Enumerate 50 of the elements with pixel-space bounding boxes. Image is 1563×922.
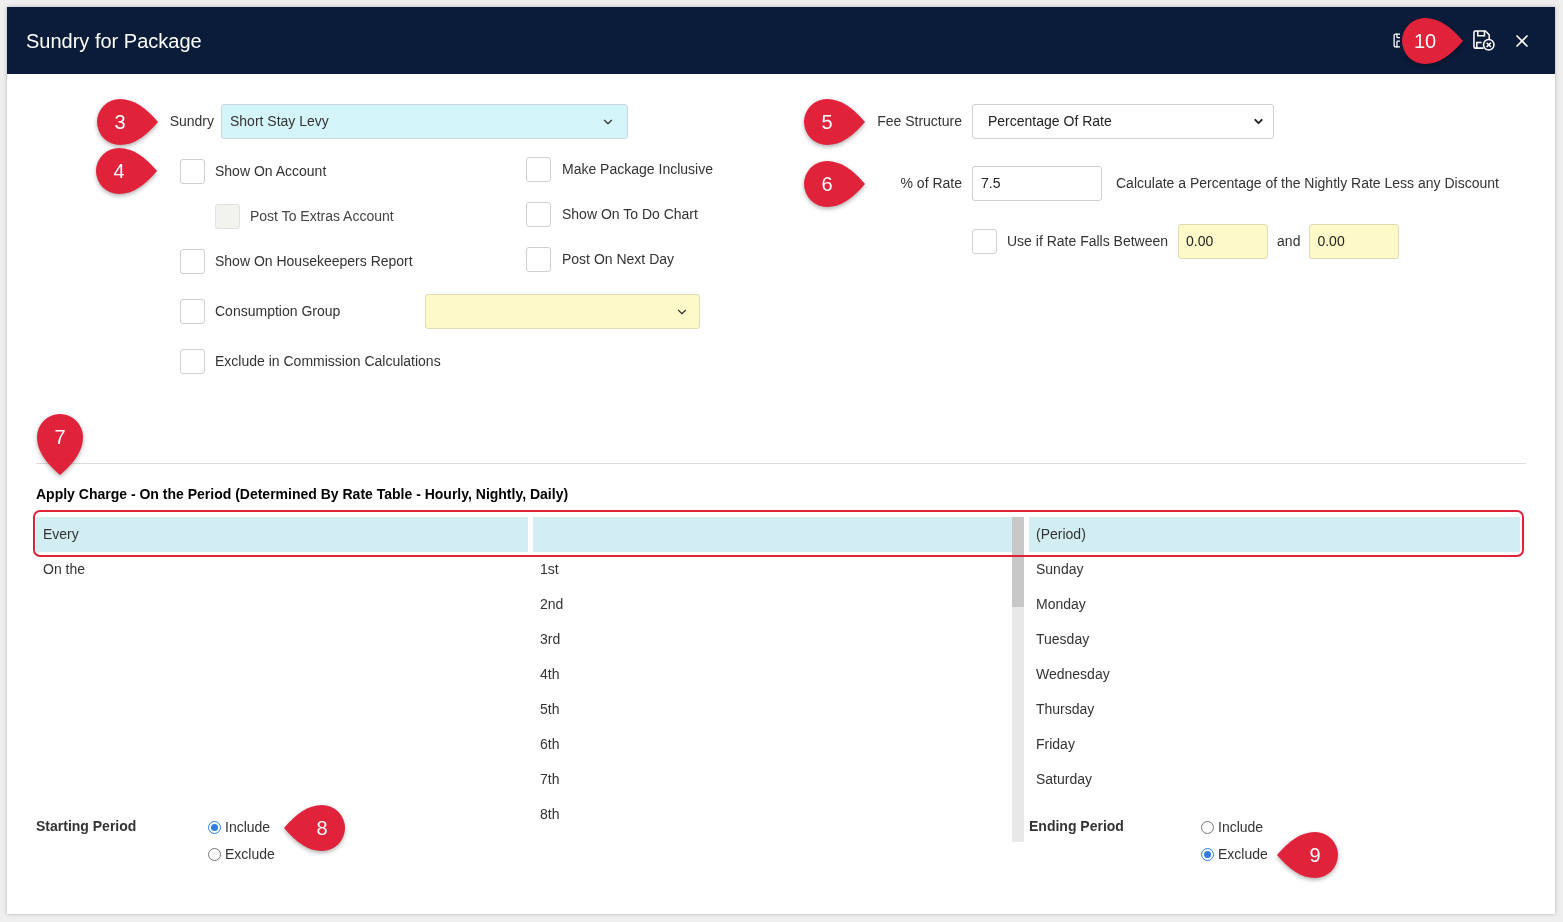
list-item[interactable]: Every — [36, 517, 528, 552]
list-item[interactable] — [533, 517, 1012, 552]
callout-marker: 3 — [96, 97, 158, 146]
joiner-text: and — [1277, 232, 1301, 251]
window-title: Sundry for Package — [26, 28, 202, 54]
checkbox[interactable] — [526, 202, 551, 227]
checkbox-label: Show On Housekeepers Report — [215, 252, 413, 271]
checkbox[interactable] — [526, 157, 551, 182]
checkbox-label: Post On Next Day — [562, 250, 675, 269]
field-label: Fee Structure — [876, 112, 962, 131]
period-label: Starting Period — [36, 817, 138, 836]
percent-input[interactable]: 7.5 — [972, 166, 1102, 201]
callout-marker: 6 — [803, 159, 865, 208]
fee-structure-select[interactable]: Percentage Of Rate — [972, 104, 1274, 139]
checkbox[interactable] — [180, 349, 205, 374]
period-label: Ending Period — [1029, 817, 1125, 836]
checkbox-label: Consumption Group — [215, 302, 342, 321]
radio-option[interactable]: Include — [208, 817, 271, 838]
checkbox[interactable] — [180, 299, 205, 324]
rate-from-input[interactable]: 0.00 — [1178, 224, 1269, 259]
callout-marker: 8 — [284, 803, 346, 852]
field-label: % of Rate — [899, 174, 962, 193]
save-close-icon[interactable] — [1472, 30, 1495, 51]
list-item[interactable]: (Period) — [1029, 517, 1520, 552]
select-field[interactable] — [425, 294, 700, 329]
checkbox-label: Show On Account — [215, 162, 327, 181]
callout-marker: 10 — [1401, 16, 1463, 65]
checkbox[interactable] — [972, 229, 997, 254]
checkbox[interactable] — [180, 159, 205, 184]
radio-option[interactable]: Exclude — [1201, 844, 1268, 865]
checkbox-label: Use if Rate Falls Between — [1007, 232, 1169, 251]
callout-marker: 9 — [1277, 830, 1339, 879]
checkbox-label: Show On To Do Chart — [562, 205, 698, 224]
checkbox[interactable] — [180, 249, 205, 274]
hint-text: Calculate a Percentage of the Nightly Rate Less any Discount — [1116, 174, 1499, 193]
checkbox-label: Post To Extras Account — [250, 207, 394, 226]
callout-marker: 4 — [95, 147, 157, 195]
field-label: Sundry — [168, 112, 214, 131]
callout-marker: 7 — [36, 413, 84, 475]
rate-to-input[interactable]: 0.00 — [1309, 224, 1400, 259]
save-icon[interactable] — [1392, 32, 1400, 49]
checkbox-label: Make Package Inclusive — [562, 160, 713, 179]
checkbox-label: Exclude in Commission Calculations — [215, 352, 441, 371]
callout-marker: 5 — [803, 97, 865, 146]
section-title: Apply Charge - On the Period (Determined By Rate Table - Hourly, Nightly, Daily) — [36, 485, 570, 503]
radio-option[interactable]: Exclude — [208, 844, 275, 865]
radio-option[interactable]: Include — [1201, 817, 1264, 838]
sundry-select[interactable]: Short Stay Levy — [221, 104, 628, 139]
scrollbar[interactable] — [1012, 517, 1024, 842]
checkbox[interactable] — [526, 247, 551, 272]
